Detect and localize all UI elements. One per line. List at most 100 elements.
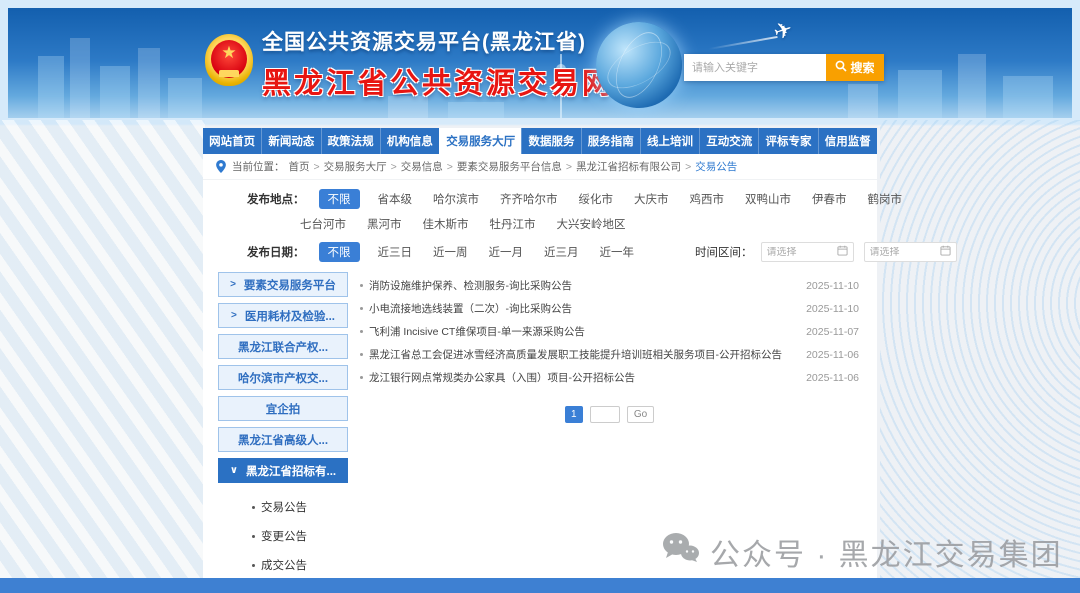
- calendar-icon: [837, 245, 848, 259]
- sidebar-sub-item-deal-announcement[interactable]: 成交公告: [252, 557, 348, 573]
- sidebar-item-label: 黑龙江省招标有...: [246, 463, 336, 479]
- location-option[interactable]: 佳木斯市: [423, 216, 469, 232]
- sidebar-item-label: 黑龙江省高级人...: [238, 432, 328, 448]
- breadcrumb-link-company[interactable]: 黑龙江省招标有限公司: [576, 159, 681, 174]
- nav-item-news[interactable]: 新闻动态: [261, 128, 320, 154]
- nav-item-org-info[interactable]: 机构信息: [380, 128, 439, 154]
- location-option[interactable]: 黑河市: [367, 216, 402, 232]
- announcement-date: 2025-11-07: [806, 326, 859, 338]
- bullet-dot: [252, 564, 255, 567]
- nav-item-service-guide[interactable]: 服务指南: [581, 128, 640, 154]
- breadcrumb-link-hall[interactable]: 交易服务大厅: [324, 159, 387, 174]
- skyline-decoration: [70, 38, 90, 118]
- location-option[interactable]: 哈尔滨市: [433, 191, 479, 207]
- bullet-dot: [360, 330, 363, 333]
- nav-item-trading-hall[interactable]: 交易服务大厅: [439, 128, 521, 154]
- date-option[interactable]: 近一月: [489, 244, 524, 260]
- bullet-dot: [252, 506, 255, 509]
- breadcrumb-link-info[interactable]: 交易信息: [401, 159, 443, 174]
- date-option-unlimited[interactable]: 不限: [319, 242, 360, 262]
- sidebar-item-harbin-property[interactable]: 哈尔滨市产权交...: [218, 365, 348, 390]
- sidebar-item-medical-consumables[interactable]: > 医用耗材及检验...: [218, 303, 348, 328]
- skyline-decoration: [138, 48, 160, 118]
- skyline-decoration: [100, 66, 130, 118]
- breadcrumb-link-platform-info[interactable]: 要素交易服务平台信息: [457, 159, 562, 174]
- sidebar-item-label: 哈尔滨市产权交...: [238, 370, 328, 386]
- list-item[interactable]: 消防设施维护保养、检测服务-询比采购公告 2025-11-10: [360, 274, 859, 297]
- location-option[interactable]: 绥化市: [579, 191, 614, 207]
- left-stripe-decoration: [0, 120, 205, 578]
- breadcrumb-link-home[interactable]: 首页: [289, 159, 310, 174]
- nav-item-experts[interactable]: 评标专家: [758, 128, 817, 154]
- sidebar-item-hlj-united-property[interactable]: 黑龙江联合产权...: [218, 334, 348, 359]
- location-option[interactable]: 齐齐哈尔市: [500, 191, 558, 207]
- right-wave-decoration: [880, 120, 1080, 578]
- location-option[interactable]: 大兴安岭地区: [557, 216, 626, 232]
- announcement-title[interactable]: 小电流接地选线装置（二次）-询比采购公告: [369, 301, 794, 316]
- sidebar-item-yiqipai[interactable]: 宜企拍: [218, 396, 348, 421]
- skyline-decoration: [448, 102, 504, 118]
- announcement-title[interactable]: 龙江银行网点常规类办公家具（入围）项目-公开招标公告: [369, 370, 794, 385]
- time-range-label: 时间区间：: [695, 244, 753, 260]
- announcement-title[interactable]: 飞利浦 Incisive CT维保项目-单一来源采购公告: [369, 324, 794, 339]
- date-range-end[interactable]: [864, 242, 957, 262]
- date-option[interactable]: 近一周: [433, 244, 468, 260]
- go-button[interactable]: Go: [627, 406, 654, 423]
- sub-item-label: 成交公告: [261, 557, 307, 573]
- skyline-decoration: [848, 84, 878, 118]
- announcement-date: 2025-11-06: [806, 372, 859, 384]
- location-option[interactable]: 鹤岗市: [868, 191, 903, 207]
- date-start-input[interactable]: [767, 247, 837, 258]
- page: ★ 全国公共资源交易平台(黑龙江省) 黑龙江省公共资源交易网 ✈ 搜索 网站首页…: [0, 0, 1080, 593]
- sidebar-sub-item-trade-announcement[interactable]: 交易公告: [252, 499, 348, 515]
- location-option[interactable]: 七台河市: [300, 216, 346, 232]
- announcement-date: 2025-11-06: [806, 349, 859, 361]
- breadcrumb-separator: >: [447, 161, 453, 173]
- sidebar-item-factor-trading-platform[interactable]: > 要素交易服务平台: [218, 272, 348, 297]
- date-option[interactable]: 近三月: [544, 244, 579, 260]
- announcement-date: 2025-11-10: [806, 280, 859, 292]
- watermark: 公众号 · 黑龙江交易集团: [662, 530, 1063, 574]
- list-item[interactable]: 飞利浦 Incisive CT维保项目-单一来源采购公告 2025-11-07: [360, 320, 859, 343]
- list-item[interactable]: 黑龙江省总工会促进冰雪经济高质量发展职工技能提升培训班相关服务项目-公开招标公告…: [360, 343, 859, 366]
- sub-item-label: 变更公告: [261, 528, 307, 544]
- location-filter-row1: 发布地点： 不限 省本级 哈尔滨市 齐齐哈尔市 绥化市 大庆市 鸡西市 双鸭山市…: [247, 189, 877, 209]
- skyline-decoration: [898, 70, 942, 118]
- breadcrumb-separator: >: [566, 161, 572, 173]
- date-option[interactable]: 近一年: [600, 244, 635, 260]
- sidebar-item-hlj-high-court[interactable]: 黑龙江省高级人...: [218, 427, 348, 452]
- announcement-title[interactable]: 消防设施维护保养、检测服务-询比采购公告: [369, 278, 794, 293]
- nav-item-online-training[interactable]: 线上培训: [640, 128, 699, 154]
- location-option[interactable]: 大庆市: [634, 191, 669, 207]
- announcement-title[interactable]: 黑龙江省总工会促进冰雪经济高质量发展职工技能提升培训班相关服务项目-公开招标公告: [369, 347, 794, 362]
- sidebar-item-hlj-tendering-company[interactable]: ∨ 黑龙江省招标有...: [218, 458, 348, 483]
- nav-item-data-service[interactable]: 数据服务: [521, 128, 580, 154]
- location-option[interactable]: 鸡西市: [690, 191, 725, 207]
- location-option[interactable]: 牡丹江市: [490, 216, 536, 232]
- page-jump-input[interactable]: [590, 406, 620, 423]
- breadcrumb-separator: >: [314, 161, 320, 173]
- location-option[interactable]: 双鸭山市: [745, 191, 791, 207]
- pagination: 1 Go: [360, 406, 859, 423]
- nav-item-policy[interactable]: 政策法规: [321, 128, 380, 154]
- nav-item-interaction[interactable]: 互动交流: [699, 128, 758, 154]
- search-input[interactable]: [684, 54, 826, 81]
- search-button-label: 搜索: [850, 59, 874, 76]
- skyline-decoration: [1003, 76, 1053, 118]
- breadcrumb-current: 交易公告: [695, 159, 737, 174]
- search-button[interactable]: 搜索: [826, 54, 884, 81]
- national-emblem: ★: [205, 34, 253, 86]
- nav-item-home[interactable]: 网站首页: [203, 128, 261, 154]
- page-number-1[interactable]: 1: [565, 406, 583, 423]
- list-item[interactable]: 小电流接地选线装置（二次）-询比采购公告 2025-11-10: [360, 297, 859, 320]
- location-option[interactable]: 省本级: [378, 191, 413, 207]
- chevron-right-icon: >: [230, 279, 236, 290]
- date-option[interactable]: 近三日: [378, 244, 413, 260]
- location-option[interactable]: 伊春市: [812, 191, 847, 207]
- list-item[interactable]: 龙江银行网点常规类办公家具（入围）项目-公开招标公告 2025-11-06: [360, 366, 859, 389]
- sidebar-sub-item-change-announcement[interactable]: 变更公告: [252, 528, 348, 544]
- nav-item-credit[interactable]: 信用监督: [818, 128, 877, 154]
- date-range-start[interactable]: [761, 242, 854, 262]
- date-end-input[interactable]: [870, 247, 940, 258]
- location-option-unlimited[interactable]: 不限: [319, 189, 360, 209]
